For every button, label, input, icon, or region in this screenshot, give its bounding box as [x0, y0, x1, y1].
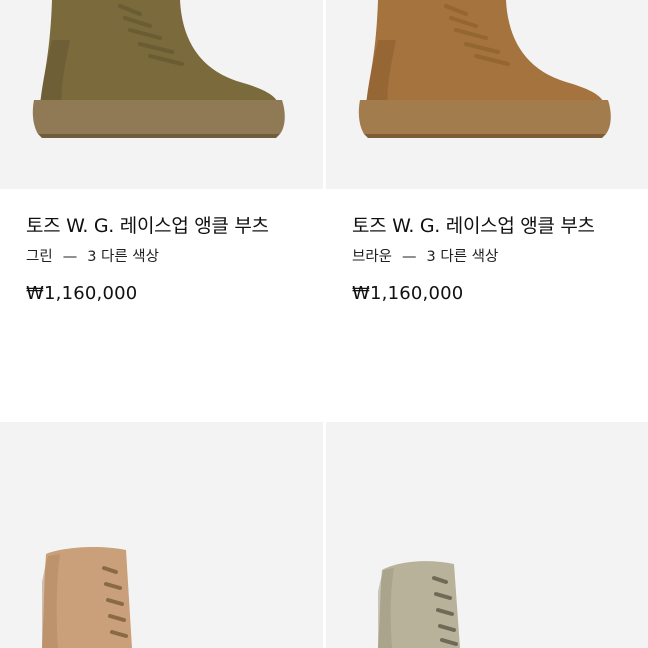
boot-illustration — [358, 0, 611, 138]
product-color: 그린 — [26, 249, 53, 265]
product-title[interactable]: 토즈 W. G. 레이스업 앵클 부츠 — [352, 212, 642, 240]
product-image[interactable] — [0, 0, 323, 189]
boot-upper — [366, 0, 605, 108]
separator-dash: — — [402, 249, 417, 265]
product-variant-line: 브라운 — 3 다른 색상 — [352, 246, 642, 268]
product-image[interactable] — [326, 422, 648, 648]
boot-illustration — [42, 547, 132, 648]
product-image[interactable] — [326, 0, 648, 189]
product-title[interactable]: 토즈 W. G. 레이스업 앵클 부츠 — [26, 212, 316, 240]
product-variant-count[interactable]: 3 다른 색상 — [87, 249, 159, 265]
product-variant-line: 그린 — 3 다른 색상 — [26, 246, 316, 268]
product-variant-count[interactable]: 3 다른 색상 — [427, 249, 499, 265]
boot-illustration — [378, 561, 460, 648]
product-price: ₩1,160,000 — [26, 283, 138, 304]
boot-illustration — [32, 0, 285, 138]
boot-upper — [40, 0, 279, 108]
boot-sole-tread — [38, 134, 280, 138]
product-grid: 토즈 W. G. 레이스업 앵클 부츠 그린 — 3 다른 색상 ₩1,160,00… — [0, 0, 648, 648]
boot-sole — [32, 100, 285, 134]
separator-dash: — — [62, 249, 78, 265]
product-info: 토즈 W. G. 레이스업 앵클 부츠 그린 — 3 다른 색상 ₩1,160,00… — [26, 212, 316, 306]
product-price: ₩1,160,000 — [352, 283, 464, 304]
product-image[interactable] — [0, 422, 323, 648]
boot-sole — [358, 100, 611, 134]
boot-sole-tread — [364, 134, 606, 138]
product-info: 토즈 W. G. 레이스업 앵클 부츠 브라운 — 3 다른 색상 ₩1,160,0… — [352, 212, 642, 306]
product-color: 브라운 — [352, 249, 393, 265]
